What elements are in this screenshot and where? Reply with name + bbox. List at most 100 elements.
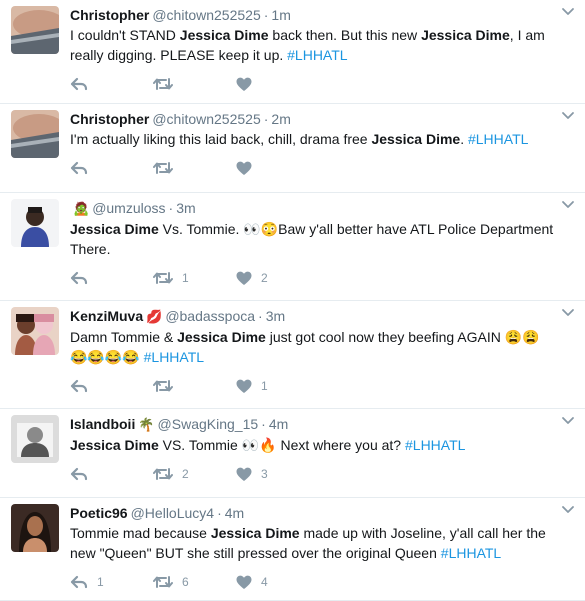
search-highlight: Jessica Dime	[179, 27, 269, 43]
reply-button[interactable]	[70, 270, 153, 286]
retweet-count: 2	[182, 467, 189, 481]
retweet-button[interactable]: 1	[153, 270, 236, 286]
chevron-down-icon[interactable]	[561, 308, 575, 318]
display-name[interactable]: KenziMuva	[70, 308, 143, 324]
chevron-down-icon[interactable]	[561, 505, 575, 515]
display-name[interactable]: Poetic96	[70, 505, 128, 521]
hashtag-link[interactable]: #LHHATL	[287, 47, 347, 63]
chevron-down-icon[interactable]	[561, 111, 575, 121]
tweet-text: I couldn't STAND Jessica Dime back then.…	[70, 25, 555, 65]
timestamp[interactable]: 2m	[271, 111, 290, 127]
avatar[interactable]	[11, 110, 59, 158]
tweet-text-segment: VS. Tommie 👀🔥 Next where you at?	[158, 437, 405, 453]
chevron-down-icon[interactable]	[561, 7, 575, 17]
hashtag-link[interactable]: #LHHATL	[144, 349, 204, 365]
retweet-button[interactable]	[153, 378, 236, 394]
tweet[interactable]: Poetic96 @HelloLucy4 · 4m Tommie mad becaus…	[0, 498, 585, 601]
like-count: 3	[261, 467, 268, 481]
chevron-down-icon[interactable]	[561, 200, 575, 210]
timestamp[interactable]: 4m	[269, 416, 288, 432]
like-button[interactable]	[236, 77, 296, 92]
heart-icon	[236, 271, 252, 285]
retweet-icon	[153, 162, 173, 174]
retweet-button[interactable]	[153, 160, 236, 176]
reply-button[interactable]	[70, 378, 153, 394]
tweet[interactable]: Islandboii 🌴 @SwagKing_15 · 4m Jessica Dime …	[0, 409, 585, 498]
tweet-header: Poetic96 @HelloLucy4 · 4m	[70, 504, 555, 522]
timestamp[interactable]: 1m	[271, 7, 290, 23]
name-emoji: 🧟	[73, 201, 90, 216]
timestamp[interactable]: 3m	[176, 200, 195, 216]
reply-icon	[70, 467, 88, 481]
avatar[interactable]	[11, 415, 59, 463]
like-count: 4	[261, 575, 268, 589]
search-highlight: Jessica Dime	[371, 131, 461, 147]
retweet-button[interactable]	[153, 76, 236, 92]
timestamp[interactable]: 3m	[266, 308, 285, 324]
retweet-button[interactable]: 6	[153, 574, 236, 590]
tweet[interactable]: Christopher @chitown252525 · 1m I couldn't …	[0, 0, 585, 104]
reply-count: 1	[97, 575, 104, 589]
reply-button[interactable]: 1	[70, 574, 153, 590]
tweet-actions: 1	[70, 371, 555, 401]
tweet-text: I'm actually liking this laid back, chil…	[70, 129, 555, 149]
avatar[interactable]	[11, 6, 59, 54]
heart-icon	[236, 575, 252, 589]
user-handle[interactable]: @umzuloss	[92, 200, 165, 216]
avatar[interactable]	[11, 504, 59, 552]
avatar[interactable]	[11, 307, 59, 355]
retweet-button[interactable]: 2	[153, 466, 236, 482]
reply-button[interactable]	[70, 160, 153, 176]
tweet-text-segment: .	[460, 131, 468, 147]
tweet-header: Christopher @chitown252525 · 2m	[70, 110, 555, 128]
separator-dot: ·	[263, 111, 269, 127]
hashtag-link[interactable]: #LHHATL	[468, 131, 528, 147]
timestamp[interactable]: 4m	[225, 505, 244, 521]
tweet-actions	[70, 69, 555, 99]
tweet-text: Damn Tommie & Jessica Dime just got cool…	[70, 327, 555, 367]
tweet[interactable]: Christopher @chitown252525 · 2m I'm actuall…	[0, 104, 585, 193]
search-highlight: Jessica Dime	[421, 27, 510, 43]
heart-icon	[236, 379, 252, 393]
like-button[interactable]	[236, 161, 296, 176]
retweet-icon	[153, 272, 173, 284]
tweet[interactable]: 🧟 @umzuloss · 3m Jessica Dime Vs. Tommie. 👀…	[0, 193, 585, 301]
separator-dot: ·	[217, 505, 222, 521]
search-highlight: Jessica Dime	[210, 525, 300, 541]
tweet-actions	[70, 153, 555, 183]
hashtag-link[interactable]: #LHHATL	[441, 545, 501, 561]
reply-icon	[70, 161, 88, 175]
user-handle[interactable]: @badasspoca	[165, 308, 255, 324]
heart-icon	[236, 77, 252, 91]
reply-button[interactable]	[70, 466, 153, 482]
retweet-count: 1	[182, 271, 189, 285]
tweet-header: Islandboii 🌴 @SwagKing_15 · 4m	[70, 415, 555, 434]
display-name[interactable]: Christopher	[70, 7, 149, 23]
like-button[interactable]: 4	[236, 575, 296, 590]
hashtag-link[interactable]: #LHHATL	[405, 437, 465, 453]
user-handle[interactable]: @chitown252525	[152, 7, 260, 23]
like-button[interactable]: 2	[236, 271, 296, 286]
heart-icon	[236, 161, 252, 175]
like-button[interactable]: 1	[236, 379, 296, 394]
user-handle[interactable]: @chitown252525	[152, 111, 260, 127]
display-name[interactable]: Christopher	[70, 111, 149, 127]
reply-button[interactable]	[70, 76, 153, 92]
tweet[interactable]: KenziMuva 💋 @badasspoca · 3m Damn Tommie & J…	[0, 301, 585, 409]
reply-icon	[70, 575, 88, 589]
separator-dot: ·	[261, 416, 266, 432]
tweet-text-segment: back then. But this new	[268, 27, 422, 43]
tweet-actions: 2 3	[70, 459, 555, 489]
reply-icon	[70, 271, 88, 285]
user-handle[interactable]: @SwagKing_15	[158, 416, 259, 432]
retweet-icon	[153, 576, 173, 588]
avatar[interactable]	[11, 199, 59, 247]
user-handle[interactable]: @HelloLucy4	[131, 505, 214, 521]
search-highlight: Jessica Dime	[70, 221, 159, 237]
tweet-text-segment: I'm actually liking this laid back, chil…	[70, 131, 372, 147]
tweet-actions: 1 6 4	[70, 567, 555, 597]
like-button[interactable]: 3	[236, 467, 296, 482]
name-emoji: 🌴	[138, 417, 155, 432]
chevron-down-icon[interactable]	[561, 416, 575, 426]
display-name[interactable]: Islandboii	[70, 416, 135, 432]
